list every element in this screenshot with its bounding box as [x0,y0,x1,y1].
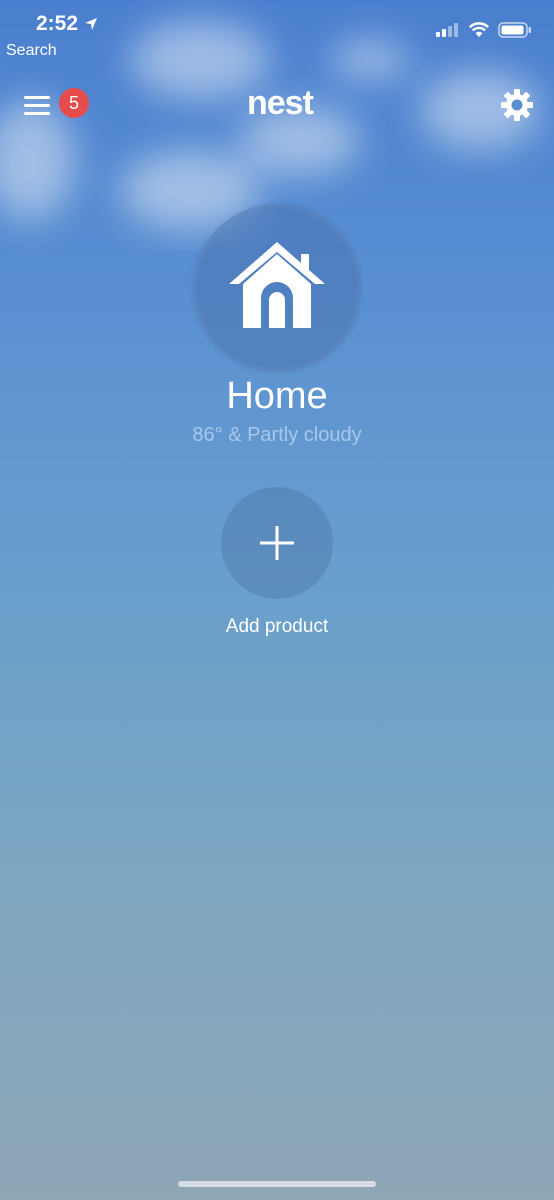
nest-logo: nest [247,84,314,122]
add-product-label[interactable]: Add product [0,616,554,638]
wifi-icon [468,22,490,37]
home-indicator[interactable] [178,1181,376,1187]
home-structure-button[interactable] [193,204,361,372]
plus-icon [260,526,294,560]
battery-icon [498,22,531,38]
weather-summary: 86° & Partly cloudy [192,424,362,446]
back-to-search-link[interactable]: Search [6,42,57,60]
signal-icon [436,23,458,37]
status-bar: 2:52 Search [0,0,554,70]
clock-text: 2:52 [36,12,79,35]
gear-icon[interactable] [500,88,534,122]
notification-badge[interactable]: 5 [59,88,89,118]
house-icon [229,242,325,328]
clock: 2:52 [36,12,98,36]
add-product-button[interactable] [221,487,333,599]
hamburger-menu-icon[interactable] [22,90,52,120]
structure-name: Home [226,375,328,417]
status-icons [436,22,532,38]
top-nav-bar: 5 nest [0,80,554,130]
location-arrow-icon [85,18,98,30]
